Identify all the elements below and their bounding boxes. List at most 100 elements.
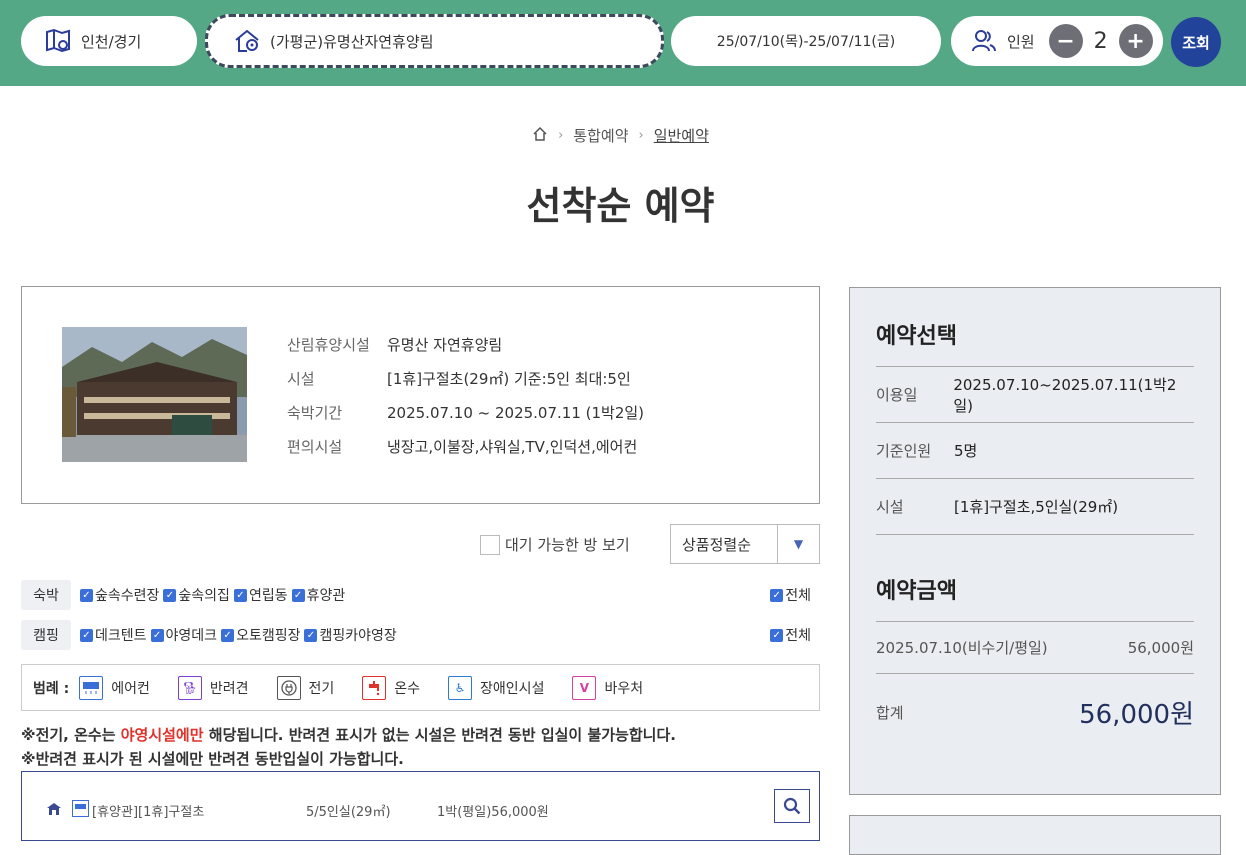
lodging-label: 숙박: [21, 580, 71, 610]
price-title: 예약금액: [876, 573, 1194, 622]
air-conditioner-icon: [72, 800, 89, 821]
summary-row-people: 기준인원 5명: [876, 423, 1194, 479]
summary-key: 기준인원: [876, 442, 932, 460]
summary-value: 5명: [954, 442, 978, 460]
air-conditioner-icon: [79, 675, 104, 700]
check-icon: ✓: [163, 588, 177, 602]
camping-label: 캠핑: [21, 620, 71, 650]
breadcrumb: › 통합예약 › 일반예약: [0, 125, 1241, 146]
filter-checkbox[interactable]: ✓ 오토캠핑장: [221, 625, 300, 645]
check-icon: ✓: [221, 628, 235, 642]
filter-label: 오토캠핑장: [236, 628, 301, 644]
sort-select[interactable]: 상품정렬순 ▼: [670, 524, 820, 564]
info-row-forest: 산림휴양시설 유명산 자연휴양림: [287, 327, 644, 361]
camping-all-checkbox[interactable]: ✓ 전체: [770, 625, 811, 645]
legend-text: 장애인시설: [480, 680, 545, 697]
notice-text: ※전기, 온수는: [21, 726, 121, 744]
search-icon[interactable]: [774, 789, 810, 823]
facility-photo: [62, 327, 247, 462]
people-label: 인원: [1007, 32, 1035, 51]
legend-label: 범례 :: [33, 680, 70, 697]
summary-value: 2025.07.10~2025.07.11(1박2일): [953, 375, 1177, 415]
legend-item: ♿ 장애인시설: [448, 675, 545, 700]
map-icon: [43, 26, 73, 56]
filter-checkbox[interactable]: ✓ 휴양관: [291, 585, 346, 605]
select-title: 예약선택: [876, 318, 1194, 367]
forest-selector[interactable]: (가평군)유명산자연휴양림: [205, 14, 664, 68]
filter-checkbox[interactable]: ✓ 숲속수련장: [80, 585, 159, 605]
price-row: 2025.07.10(비수기/평일) 56,000원: [876, 622, 1194, 674]
legend-text: 반려견: [209, 680, 249, 697]
legend-item: 온수: [362, 675, 421, 700]
filter-label: 숲속수련장: [95, 588, 160, 604]
date-range-label: 25/07/10(목)-25/07/11(금): [716, 34, 896, 50]
info-key: 편의시설: [287, 437, 343, 456]
wheelchair-icon: ♿: [448, 675, 473, 700]
check-icon: ✓: [80, 628, 93, 642]
breadcrumb-integrated[interactable]: 통합예약: [573, 125, 628, 146]
lodging-all-checkbox[interactable]: ✓ 전체: [770, 585, 811, 605]
result-list: [휴양관][1휴]구절초 5/5인실(29㎡) 1박(평일)56,000원: [21, 771, 820, 841]
home-pin-icon: [232, 26, 262, 56]
chevron-right-icon: ›: [638, 128, 644, 143]
filter-label: 숲속의집: [178, 588, 230, 604]
info-row-period: 숙박기간 2025.07.10 ~ 2025.07.11 (1박2일): [287, 395, 644, 429]
filter-label: 야영데크: [165, 628, 218, 644]
forest-label: (가평군)유명산자연휴양림: [270, 32, 434, 51]
legend-text: 온수: [394, 680, 421, 697]
summary-value: [1휴]구절초,5인실(29㎡): [954, 498, 1119, 516]
total-row: 합계 56,000원: [876, 674, 1194, 750]
waiting-rooms-toggle[interactable]: 대기 가능한 방 보기: [480, 534, 630, 555]
breadcrumb-general[interactable]: 일반예약: [654, 125, 709, 146]
search-button[interactable]: 조회: [1171, 17, 1221, 67]
dog-icon: 🐕︎: [177, 675, 202, 700]
filter-label: 데크텐트: [95, 628, 147, 644]
people-count: 2: [1093, 28, 1108, 54]
result-price: 1박(평일)56,000원: [437, 805, 549, 820]
filter-checkbox[interactable]: ✓ 캠핑카야영장: [304, 625, 397, 645]
page-title: 선착순 예약: [526, 184, 715, 228]
notice-text: 해당됩니다. 반려견 표시가 없는 시설은 반려견 동반 입실이 불가능합니다.: [203, 726, 676, 744]
chevron-right-icon: ›: [558, 128, 564, 143]
search-bar: 인천/경기 (가평군)유명산자연휴양림 25/07/10(목)-25/07/11…: [0, 0, 1246, 86]
legend-item: V 바우처: [572, 675, 643, 700]
info-key: 시설: [287, 369, 315, 388]
filter-label: 캠핑카야영장: [319, 628, 397, 644]
reservation-summary: 예약선택 이용일 2025.07.10~2025.07.11(1박2일) 기준인…: [849, 287, 1221, 795]
info-row-facility: 시설 [1휴]구절초(29㎡) 기준:5인 최대:5인: [287, 361, 644, 395]
notice-highlight: 야영시설에만: [120, 726, 204, 744]
result-capacity: 5/5인실(29㎡): [306, 805, 391, 820]
total-key: 합계: [876, 703, 904, 722]
info-key: 숙박기간: [287, 403, 343, 422]
people-icon: [969, 26, 999, 56]
filter-checkbox[interactable]: ✓ 야영데크: [150, 625, 218, 645]
legend-item: 전기: [276, 675, 334, 700]
filter-label: 휴양관: [306, 588, 346, 604]
region-label: 인천/경기: [81, 32, 142, 51]
increase-people-button[interactable]: +: [1118, 24, 1153, 58]
total-value: 56,000원: [1079, 699, 1194, 730]
filter-checkbox[interactable]: ✓ 데크텐트: [80, 625, 147, 645]
chevron-down-icon[interactable]: ▼: [777, 525, 819, 563]
filter-checkbox[interactable]: ✓ 연립동: [233, 585, 288, 605]
sort-value: 상품정렬순: [682, 535, 752, 554]
result-name: [휴양관][1휴]구절초: [92, 805, 205, 820]
check-icon: ✓: [233, 588, 247, 602]
waiting-checkbox[interactable]: [480, 534, 500, 555]
price-value: 56,000원: [1127, 639, 1194, 657]
legend-text: 에어컨: [111, 680, 150, 697]
filter-checkbox[interactable]: ✓ 숲속의집: [163, 585, 230, 605]
region-selector[interactable]: 인천/경기: [21, 16, 197, 66]
legend: 범례 : 에어컨 🐕︎ 반려견 전기 온수 ♿ 장애인시설 V 바우처: [21, 664, 820, 711]
result-row[interactable]: [휴양관][1휴]구절초 5/5인실(29㎡) 1박(평일)56,000원: [46, 800, 549, 821]
filter-label: 전체: [785, 628, 811, 644]
decrease-people-button[interactable]: −: [1048, 24, 1083, 58]
info-value: 2025.07.10 ~ 2025.07.11 (1박2일): [387, 403, 645, 422]
camping-filter-row: 캠핑 ✓ 데크텐트 ✓ 야영데크 ✓ 오토캠핑장 ✓ 캠핑카야영장 ✓ 전체: [21, 620, 820, 650]
filter-label: 전체: [785, 588, 811, 604]
summary-key: 이용일: [876, 386, 918, 404]
facility-card: 산림휴양시설 유명산 자연휴양림 시설 [1휴]구절초(29㎡) 기준:5인 최…: [21, 286, 820, 504]
waiting-label: 대기 가능한 방 보기: [505, 536, 630, 554]
date-range-selector[interactable]: 25/07/10(목)-25/07/11(금): [671, 16, 941, 66]
home-icon[interactable]: [532, 126, 548, 146]
